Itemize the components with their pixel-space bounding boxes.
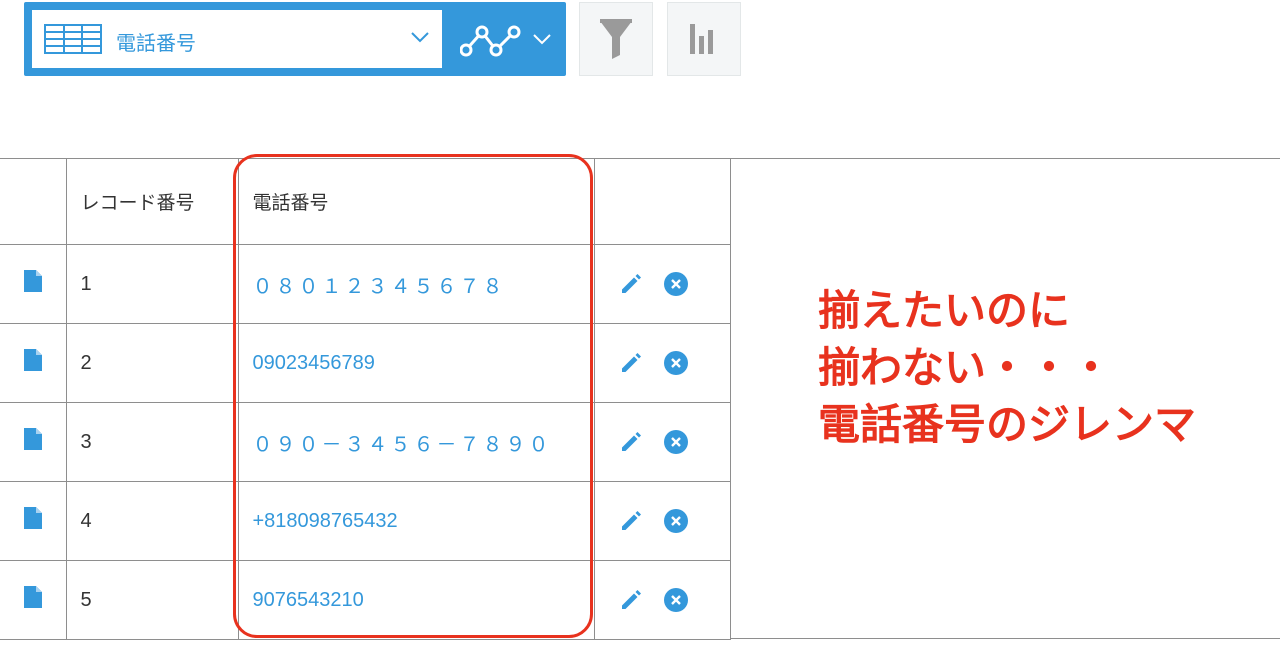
record-detail-icon[interactable] xyxy=(23,270,42,297)
view-toolbar: 電話番号 xyxy=(24,2,566,76)
table-view-icon xyxy=(44,24,102,59)
record-number: 5 xyxy=(65,560,239,640)
record-table: レコード番号 電話番号 1 ０８０１２３４５６７８ 2 09023456789 … xyxy=(0,158,731,640)
header-actions xyxy=(593,158,731,245)
graph-menu-button[interactable] xyxy=(434,2,566,76)
delete-icon[interactable] xyxy=(663,587,689,613)
annotation-line: 電話番号のジレンマ xyxy=(818,400,1197,449)
filter-icon xyxy=(600,19,632,59)
chevron-down-icon xyxy=(410,30,430,49)
edit-icon[interactable] xyxy=(619,430,643,454)
edit-icon[interactable] xyxy=(619,588,643,612)
phone-value: 09023456789 xyxy=(237,323,595,403)
header-record-number[interactable]: レコード番号 xyxy=(65,158,239,245)
delete-icon[interactable] xyxy=(663,350,689,376)
table-row: 4 +818098765432 xyxy=(0,481,731,561)
view-name: 電話番号 xyxy=(116,31,196,55)
record-number: 4 xyxy=(65,481,239,561)
header-blank xyxy=(0,158,67,245)
record-number: 1 xyxy=(65,244,239,324)
record-detail-icon[interactable] xyxy=(23,507,42,534)
record-detail-icon[interactable] xyxy=(23,586,42,613)
record-detail-icon[interactable] xyxy=(23,349,42,376)
table-row: 2 09023456789 xyxy=(0,323,731,403)
view-select-dropdown[interactable]: 電話番号 xyxy=(32,10,442,68)
edit-icon[interactable] xyxy=(619,272,643,296)
phone-value: +818098765432 xyxy=(237,481,595,561)
graph-button[interactable] xyxy=(667,2,741,76)
table-row: 5 9076543210 xyxy=(0,560,731,640)
chevron-down-icon xyxy=(532,32,552,51)
phone-value: ０９０－３４５６－７８９０ xyxy=(237,402,595,482)
record-number: 2 xyxy=(65,323,239,403)
header-phone[interactable]: 電話番号 xyxy=(237,158,595,245)
phone-value: ０８０１２３４５６７８ xyxy=(237,244,595,324)
edit-icon[interactable] xyxy=(619,351,643,375)
record-number: 3 xyxy=(65,402,239,482)
filter-button[interactable] xyxy=(579,2,653,76)
bar-chart-icon xyxy=(690,24,713,54)
table-header-row: レコード番号 電話番号 xyxy=(0,158,731,245)
phone-value: 9076543210 xyxy=(237,560,595,640)
delete-icon[interactable] xyxy=(663,508,689,534)
table-extension-line xyxy=(730,158,1280,159)
annotation-text: 揃えたいのに 揃わない・・・ 電話番号のジレンマ xyxy=(818,282,1196,453)
delete-icon[interactable] xyxy=(663,271,689,297)
table-row: 1 ０８０１２３４５６７８ xyxy=(0,244,731,324)
edit-icon[interactable] xyxy=(619,509,643,533)
delete-icon[interactable] xyxy=(663,429,689,455)
annotation-line: 揃えたいのに xyxy=(818,286,1071,335)
table-row: 3 ０９０－３４５６－７８９０ xyxy=(0,402,731,482)
table-extension-line xyxy=(730,638,1280,639)
annotation-line: 揃わない・・・ xyxy=(818,343,1113,392)
line-chart-icon xyxy=(459,24,522,63)
record-detail-icon[interactable] xyxy=(23,428,42,455)
